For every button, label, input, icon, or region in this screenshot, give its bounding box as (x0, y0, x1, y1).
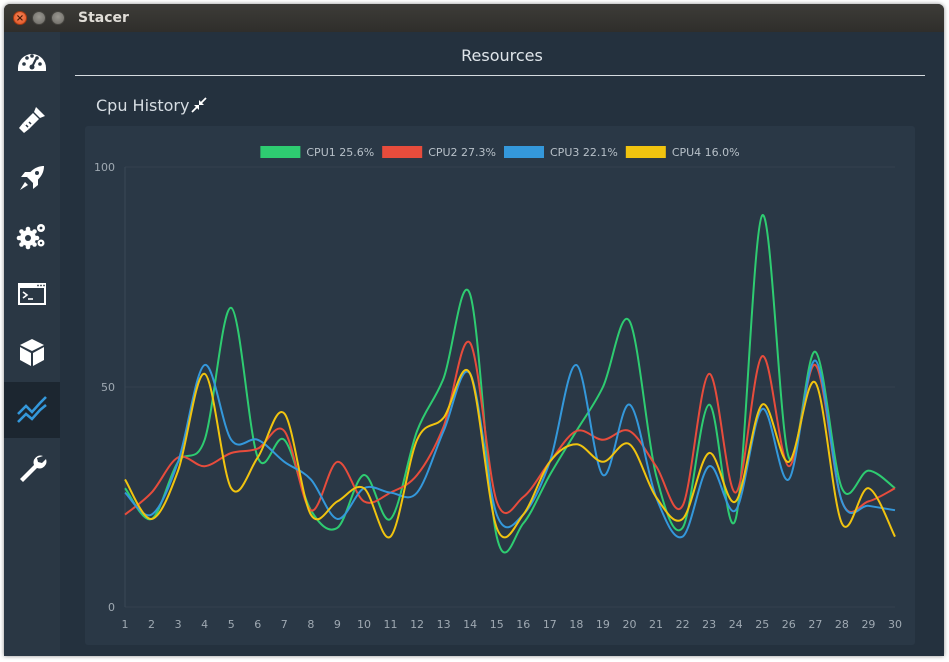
rocket-icon (20, 166, 44, 190)
x-tick-label: 17 (543, 618, 557, 631)
legend-label-cpu2: CPU2 27.3% (428, 146, 496, 159)
x-tick-label: 20 (622, 618, 636, 631)
sidebar-item-processes[interactable] (4, 266, 60, 322)
x-tick-label: 9 (334, 618, 341, 631)
x-tick-label: 10 (357, 618, 371, 631)
x-tick-label: 5 (228, 618, 235, 631)
sidebar-item-uninstaller[interactable] (4, 324, 60, 380)
title-divider (75, 75, 925, 76)
sidebar-item-services[interactable] (4, 208, 60, 264)
sidebar-item-settings[interactable] (4, 440, 60, 496)
x-tick-label: 4 (201, 618, 208, 631)
x-tick-label: 23 (702, 618, 716, 631)
line-chart-icon (17, 396, 47, 423)
legend-label-cpu3: CPU3 22.1% (550, 146, 618, 159)
x-tick-label: 21 (649, 618, 663, 631)
cpu-history-chart: 0 50 100 1 2 3 4 5 6 7 8 9 10 11 12 13 14 15 16 17 18 19 20 21 2… (85, 126, 915, 645)
x-tick-label: 15 (490, 618, 504, 631)
sidebar-item-resources[interactable] (4, 382, 60, 438)
x-tick-label: 29 (861, 618, 875, 631)
x-tick-label: 6 (254, 618, 261, 631)
x-tick-label: 14 (463, 618, 477, 631)
x-tick-label: 27 (808, 618, 822, 631)
x-tick-label: 16 (516, 618, 530, 631)
x-tick-label: 19 (596, 618, 610, 631)
legend-label-cpu4: CPU4 16.0% (672, 146, 740, 159)
x-tick-label: 30 (888, 618, 902, 631)
x-tick-label: 18 (569, 618, 583, 631)
y-tick-label: 50 (101, 381, 115, 394)
collapse-arrows-icon[interactable] (191, 97, 207, 113)
broom-icon (19, 107, 45, 133)
sidebar-item-system-cleaner[interactable] (4, 92, 60, 148)
x-tick-label: 13 (437, 618, 451, 631)
section-title: Cpu History (96, 96, 190, 115)
x-tick-label: 24 (729, 618, 743, 631)
sidebar-item-startup-apps[interactable] (4, 150, 60, 206)
gears-icon (16, 224, 45, 250)
minimize-window-button[interactable] (32, 11, 46, 25)
legend-swatch-cpu4 (625, 146, 666, 158)
legend-swatch-cpu1 (260, 146, 301, 158)
dashboard-gauge-icon (18, 54, 46, 71)
x-tick-label: 28 (835, 618, 849, 631)
title-bar[interactable]: × Stacer (4, 4, 944, 32)
legend-label-cpu1: CPU1 25.6% (306, 146, 374, 159)
main-panel: Resources Cpu History 0 50 100 1 2 3 4 5 6 7 8 9 10 1… (60, 32, 944, 656)
x-tick-label: 12 (410, 618, 424, 631)
x-tick-label: 2 (148, 618, 155, 631)
window-title: Stacer (78, 10, 129, 26)
x-tick-label: 25 (755, 618, 769, 631)
wrench-icon (20, 455, 47, 482)
x-tick-label: 11 (384, 618, 398, 631)
x-tick-label: 8 (307, 618, 314, 631)
close-window-button[interactable]: × (13, 11, 27, 25)
y-tick-label: 0 (108, 601, 115, 614)
page-title: Resources (461, 46, 543, 65)
y-tick-label: 100 (94, 161, 115, 174)
legend-swatch-cpu2 (382, 146, 423, 158)
app-window: × Stacer Resources Cpu History 0 50 100 … (4, 4, 944, 656)
maximize-window-button[interactable] (51, 11, 65, 25)
series-line-cpu1 (124, 214, 896, 554)
sidebar-item-dashboard[interactable] (4, 34, 60, 90)
cpu-chart-svg: 0501001 2 3 4 5 6 7 8 9 10 11 12 13 14 15 16 17 18 19 20 21 2… (94, 146, 902, 631)
x-tick-label: 26 (782, 618, 796, 631)
legend-swatch-cpu3 (504, 146, 544, 158)
terminal-window-icon (18, 283, 46, 305)
x-tick-label: 22 (676, 618, 690, 631)
sidebar (4, 32, 60, 656)
package-box-icon (20, 339, 44, 366)
x-tick-label: 3 (175, 618, 182, 631)
x-tick-label: 1 (122, 618, 129, 631)
x-tick-label: 7 (281, 618, 288, 631)
